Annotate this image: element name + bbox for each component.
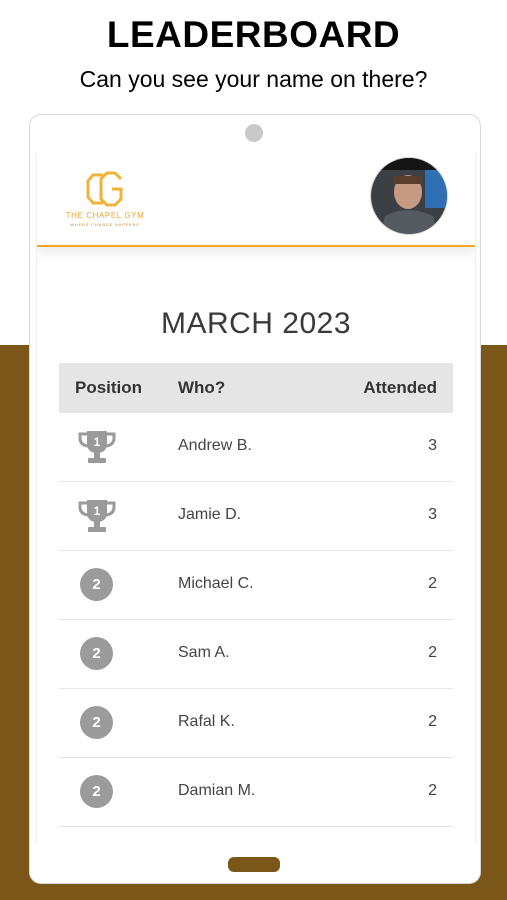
logo-mark-icon <box>86 171 123 207</box>
site-header: THE CHAPEL GYM WHERE CHANGE HAPPENS <box>37 153 475 247</box>
row-name: Andrew B. <box>178 437 252 454</box>
trophy-icon: 1 <box>78 431 116 463</box>
table-row: 1 Andrew B. 3 <box>59 413 453 482</box>
row-attended: 2 <box>428 782 437 799</box>
row-attended: 2 <box>428 713 437 730</box>
row-attended: 2 <box>428 575 437 592</box>
page-headline: LEADERBOARD <box>106 14 401 55</box>
logo-name: THE CHAPEL GYM <box>65 211 145 220</box>
row-name: Sam A. <box>178 644 230 661</box>
tablet-frame: THE CHAPEL GYM WHERE CHANGE HAPPENS MARC… <box>29 114 481 884</box>
table-row: 1 Jamie D. 3 <box>59 482 453 551</box>
position-badge: 2 <box>80 568 113 601</box>
table-row-partial <box>59 827 453 843</box>
trophy-icon: 1 <box>78 500 116 532</box>
logo-tagline: WHERE CHANGE HAPPENS <box>70 222 140 227</box>
row-name: Rafal K. <box>178 713 235 730</box>
row-attended: 3 <box>428 437 437 454</box>
month-title: MARCH 2023 <box>160 307 352 340</box>
table-row: 2 Rafal K. 2 <box>59 689 453 758</box>
avatar[interactable] <box>370 157 448 235</box>
table-row: 2 Sam A. 2 <box>59 620 453 689</box>
svg-text:1: 1 <box>94 504 101 518</box>
position-badge: 2 <box>80 637 113 670</box>
table-row: 2 Damian M. 2 <box>59 758 453 827</box>
position-badge: 2 <box>80 775 113 808</box>
row-name: Jamie D. <box>178 506 242 523</box>
row-attended: 3 <box>428 506 437 523</box>
table-row: 2 Michael C. 2 <box>59 551 453 620</box>
table-header: Position Who? Attended <box>59 363 453 413</box>
profile-photo-icon <box>371 158 447 234</box>
row-name: Damian M. <box>178 782 256 799</box>
header-position: Position <box>75 378 143 397</box>
svg-text:1: 1 <box>94 435 101 449</box>
page-subheadline: Can you see your name on there? <box>79 66 428 92</box>
row-attended: 2 <box>428 644 437 661</box>
home-button[interactable] <box>228 857 280 872</box>
leaderboard-table: Position Who? Attended 1 Andrew B. 3 1 J… <box>59 363 453 843</box>
gym-logo[interactable]: THE CHAPEL GYM WHERE CHANGE HAPPENS <box>59 169 159 229</box>
header-attended: Attended <box>363 378 437 397</box>
row-name: Michael C. <box>178 575 254 592</box>
camera-icon <box>245 124 263 142</box>
tablet-screen[interactable]: THE CHAPEL GYM WHERE CHANGE HAPPENS MARC… <box>36 153 476 843</box>
position-badge: 2 <box>80 706 113 739</box>
header-who: Who? <box>178 378 226 397</box>
